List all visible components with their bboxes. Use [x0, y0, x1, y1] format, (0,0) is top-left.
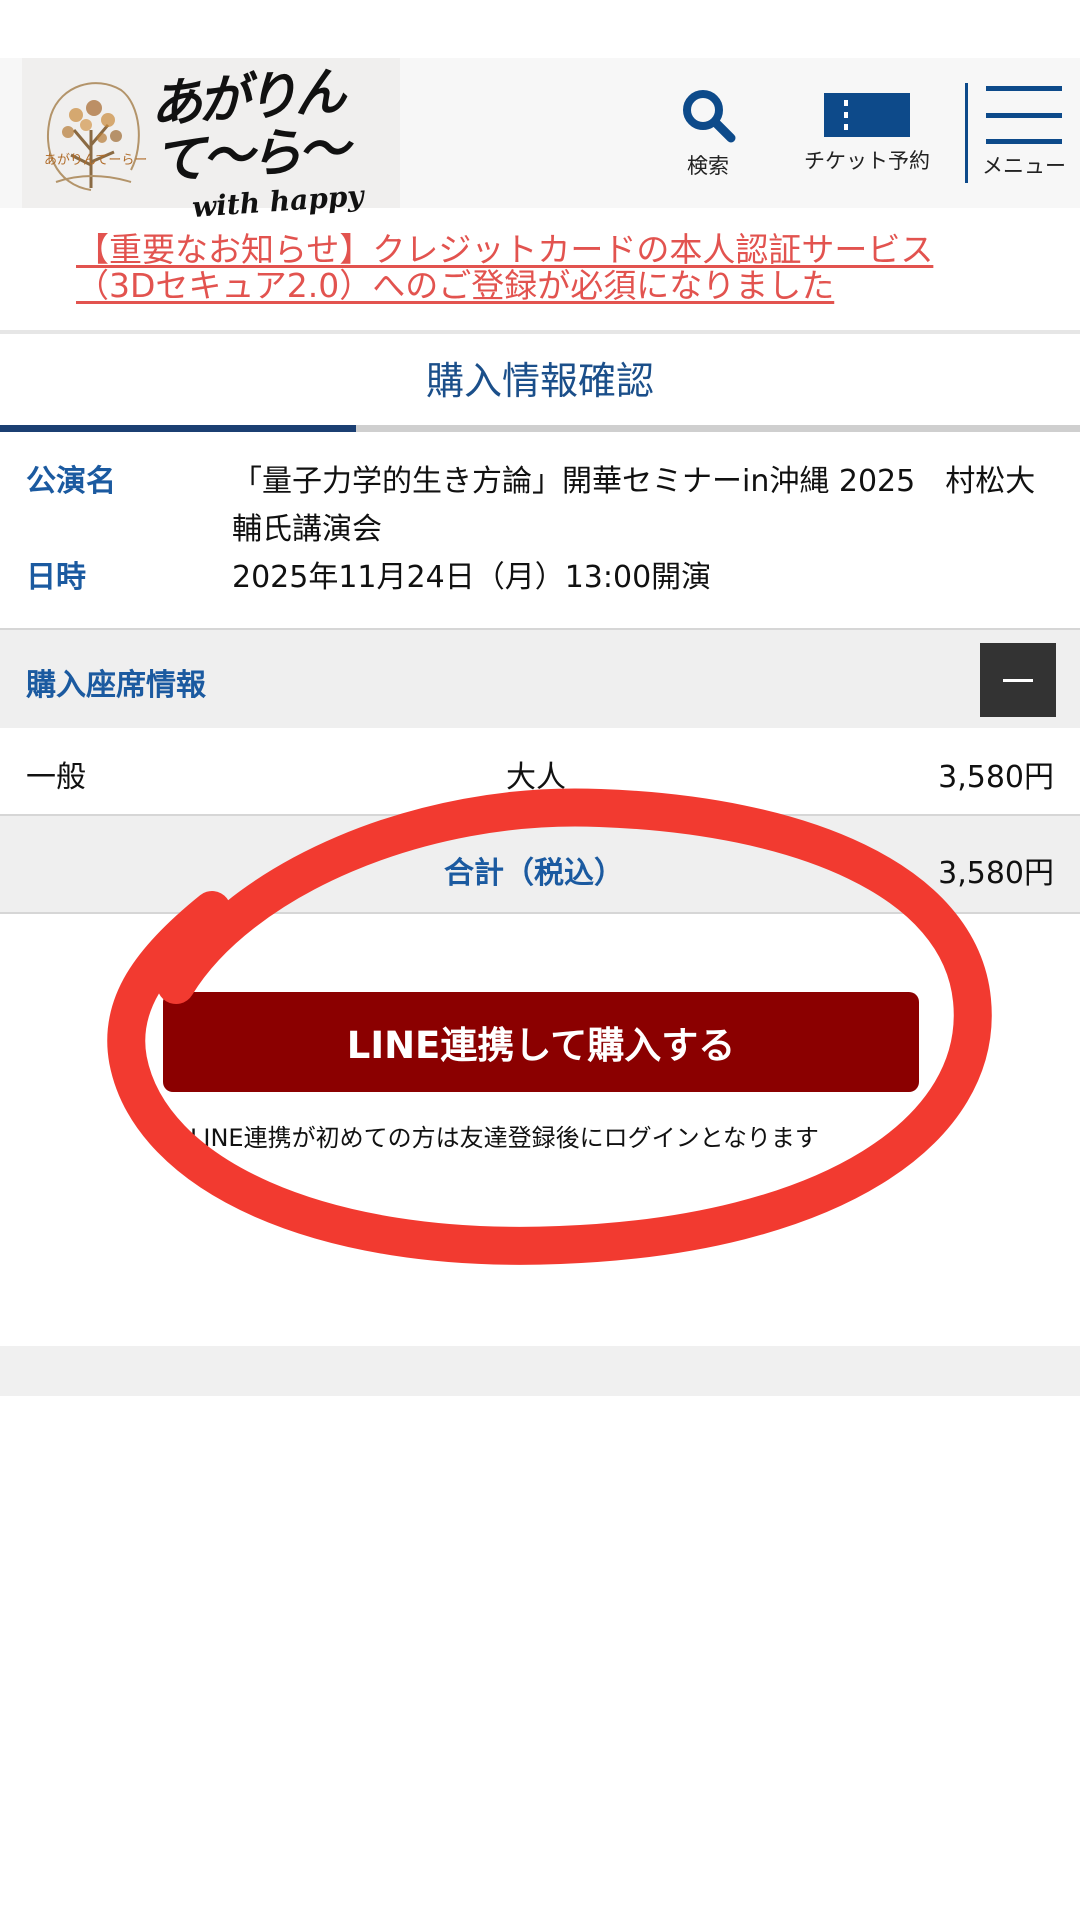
- ticket-nav-button[interactable]: チケット予約: [777, 58, 957, 208]
- collapse-button[interactable]: [980, 643, 1056, 717]
- page-title: 購入情報確認: [425, 359, 654, 403]
- total-row: 合計（税込） 3,580円: [0, 814, 1080, 914]
- performance-name-row: 公演名 「量子力学的生き方論」開華セミナーin沖縄 2025 村松大輔氏講演会: [26, 458, 1056, 558]
- logo-small-text: あがりんてーらー: [44, 153, 148, 168]
- performance-name-label: 公演名: [26, 464, 116, 499]
- tree-logo-icon: [46, 82, 140, 191]
- search-label: 検索: [687, 154, 729, 178]
- step-progress-bar: [0, 425, 1080, 432]
- logo-line1: あがりんて〜ら〜: [148, 61, 348, 193]
- logo-script-text: あがりんて〜ら〜 with happy: [148, 61, 392, 224]
- seat-price: 3,580円: [938, 760, 1054, 795]
- datetime-value: 2025年11月24日（月）13:00開演: [232, 560, 712, 595]
- line-login-note: LINE連携が初めての方は友達登録後にログインとなります: [190, 1124, 819, 1152]
- seat-row: 一般 大人 3,580円: [0, 728, 1080, 814]
- ticket-label: チケット予約: [804, 149, 930, 173]
- site-header: あがりんてーらー あがりんて〜ら〜 with happy 検索 チケット予約 メ…: [0, 58, 1080, 224]
- performance-datetime-row: 日時 2025年11月24日（月）13:00開演: [26, 554, 1056, 602]
- hamburger-icon: [986, 86, 1062, 144]
- datetime-label: 日時: [26, 560, 86, 595]
- total-value: 3,580円: [938, 856, 1054, 891]
- seat-category: 大人: [506, 760, 566, 795]
- search-icon: [683, 90, 736, 143]
- line-purchase-button[interactable]: LINE連携して購入する: [163, 992, 919, 1092]
- site-logo[interactable]: あがりんてーらー あがりんて〜ら〜 with happy: [22, 58, 400, 224]
- minus-icon: [1003, 678, 1033, 682]
- menu-label: メニュー: [982, 154, 1066, 178]
- total-label: 合計（税込）: [444, 856, 624, 891]
- divider: [0, 330, 1080, 334]
- menu-nav-button[interactable]: メニュー: [968, 58, 1080, 208]
- seat-type: 一般: [26, 760, 86, 795]
- purchase-confirmation-page: あがりんてーらー あがりんて〜ら〜 with happy 検索 チケット予約 メ…: [0, 0, 1080, 1920]
- important-notice-link[interactable]: 【重要なお知らせ】クレジットカードの本人認証サービス（3Dセキュア2.0）へのご…: [76, 232, 976, 304]
- footer-band: [0, 1346, 1080, 1396]
- search-nav-button[interactable]: 検索: [653, 58, 763, 208]
- header-nav: 検索 チケット予約 メニュー: [653, 58, 1080, 208]
- seat-info-header: 購入座席情報: [0, 628, 1080, 728]
- step-progress-fill: [0, 425, 357, 432]
- performance-name-value: 「量子力学的生き方論」開華セミナーin沖縄 2025 村松大輔氏講演会: [232, 464, 1036, 547]
- ticket-icon: [824, 93, 910, 137]
- seat-info-title: 購入座席情報: [26, 668, 206, 703]
